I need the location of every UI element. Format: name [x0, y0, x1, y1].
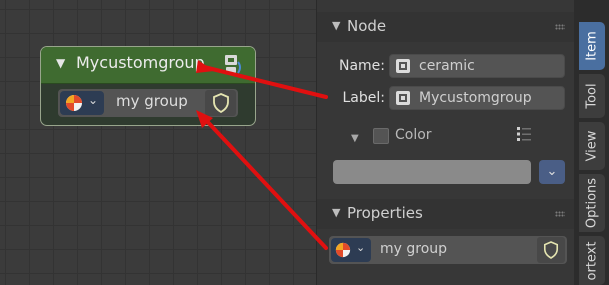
color-swatch-field[interactable] [333, 160, 531, 184]
node-panel-title: Node [347, 17, 387, 35]
properties-group-name[interactable]: my group [380, 241, 447, 257]
node-tree-icon [335, 242, 351, 258]
properties-panel-title: Properties [347, 204, 423, 222]
node-header[interactable]: ▼ Mycustomgroup [41, 47, 255, 84]
collapse-triangle-icon: ▼ [351, 133, 359, 144]
tab-item[interactable]: Item [579, 22, 605, 70]
color-presets-dropdown[interactable]: ⌄ [539, 160, 565, 184]
node-group-name[interactable]: my group [116, 92, 188, 110]
drag-grip-icon[interactable] [555, 211, 565, 217]
tab-context[interactable]: ortext [579, 236, 605, 285]
node-tree-browse-button[interactable]: ⌄ [331, 238, 371, 262]
sidebar-tabs: Item Tool View Options ortext [574, 0, 609, 285]
node-title: Mycustomgroup [76, 53, 205, 72]
node-group-selector: ⌄ my group [58, 89, 238, 117]
chevron-down-icon: ⌄ [546, 164, 558, 179]
collapse-triangle-icon: ▼ [332, 19, 341, 32]
color-panel-title: Color [395, 127, 432, 143]
fake-user-button[interactable] [205, 90, 236, 116]
node-editor-canvas[interactable]: ▼ Mycustomgroup ⌄ my group [0, 0, 316, 285]
preset-list-icon[interactable] [515, 125, 533, 143]
tab-view[interactable]: View [579, 122, 605, 170]
node-tree-icon [66, 95, 82, 111]
collapse-triangle-icon: ▼ [332, 206, 341, 219]
chevron-down-icon: ⌄ [88, 93, 99, 107]
label-label: Label: [342, 90, 386, 106]
node-tree-browse-button[interactable]: ⌄ [60, 91, 104, 115]
tab-options[interactable]: Options [579, 174, 605, 232]
name-value: ceramic [419, 58, 475, 74]
shield-icon [213, 93, 229, 113]
label-field[interactable]: Mycustomgroup [389, 86, 565, 110]
name-label: Name: [338, 58, 385, 74]
label-value: Mycustomgroup [419, 90, 532, 106]
properties-group-selector: ⌄ my group [329, 236, 567, 264]
drag-grip-icon[interactable] [555, 24, 565, 30]
fake-user-button[interactable] [537, 237, 565, 263]
color-checkbox[interactable] [373, 128, 389, 144]
name-field[interactable]: ceramic [389, 54, 565, 78]
node-group-icon[interactable] [222, 53, 242, 77]
node-icon [396, 59, 410, 73]
group-node[interactable]: ▼ Mycustomgroup ⌄ my group [40, 46, 256, 126]
chevron-down-icon: ⌄ [356, 241, 366, 254]
properties-panel-header[interactable]: ▼ Properties [317, 199, 575, 229]
collapse-triangle-icon[interactable]: ▼ [56, 56, 65, 70]
node-icon [396, 91, 410, 105]
shield-icon [543, 241, 559, 259]
tab-tool[interactable]: Tool [579, 74, 605, 118]
node-panel-header[interactable]: ▼ Node [317, 12, 575, 42]
sidebar: ▼ Node Name: ceramic Label: Mycustomgrou… [316, 0, 575, 285]
